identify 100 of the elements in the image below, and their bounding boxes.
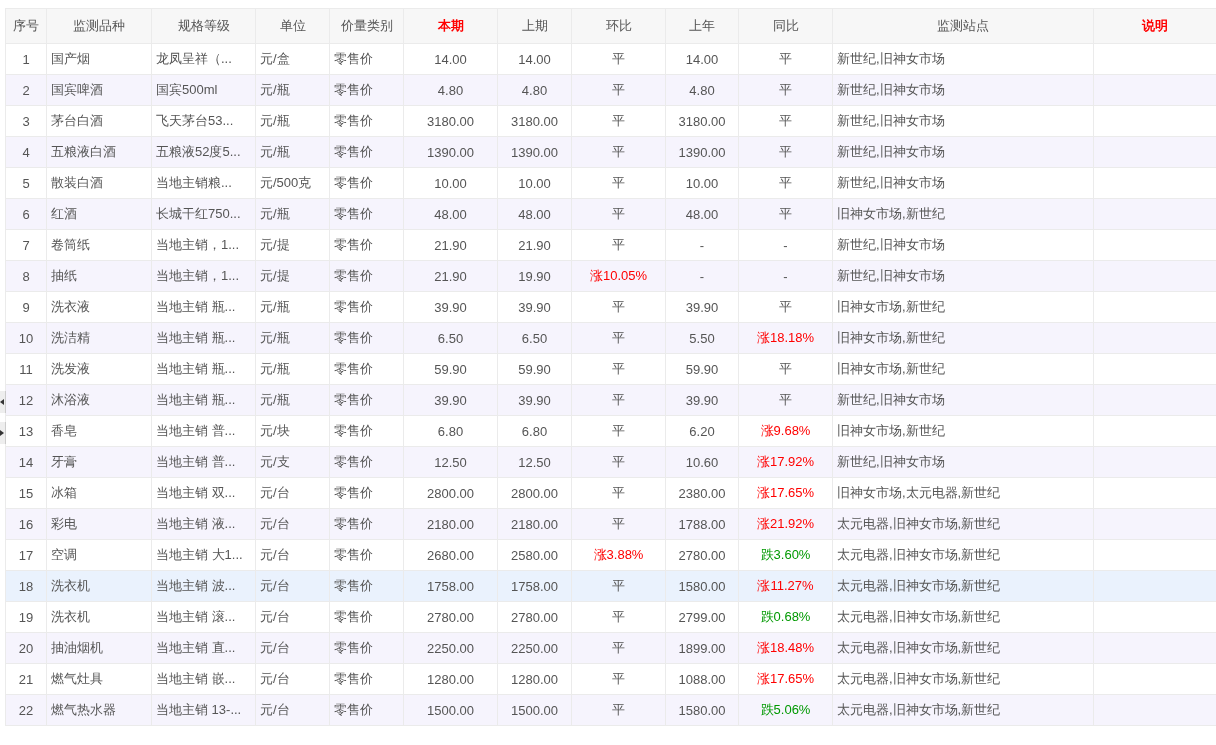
- table-cell: 当地主销 液...: [151, 508, 256, 540]
- table-cell: 五粮液白酒: [46, 136, 152, 168]
- table-cell: 18: [5, 570, 47, 602]
- table-cell: 元/台: [255, 477, 330, 509]
- table-row[interactable]: 8 抽纸 当地主销，1... 元/提 零售价 21.90 19.90 涨10.05% - - 新世纪,旧神女市场: [5, 260, 1216, 292]
- table-cell: -: [665, 229, 739, 261]
- table-cell: 元/台: [255, 508, 330, 540]
- table-cell: 2250.00: [403, 632, 498, 664]
- table-row[interactable]: 13 香皂 当地主销 普... 元/块 零售价 6.80 6.80 平 6.20 涨9.68% 旧神女市场,新世纪: [5, 415, 1216, 447]
- table-row[interactable]: 19 洗衣机 当地主销 滚... 元/台 零售价 2780.00 2780.00 平 2799.00 跌0.68% 太元电器,旧神女市场,新世纪: [5, 601, 1216, 633]
- table-cell: 太元电器,旧神女市场,新世纪: [832, 539, 1094, 571]
- table-row[interactable]: 17 空调 当地主销 大1... 元/台 零售价 2680.00 2580.00 涨3.88% 2780.00 跌3.60% 太元电器,旧神女市场,新世纪: [5, 539, 1216, 571]
- table-cell: 2780.00: [665, 539, 739, 571]
- table-row[interactable]: 20 抽油烟机 当地主销 直... 元/台 零售价 2250.00 2250.00 平 1899.00 涨18.48% 太元电器,旧神女市场,新世纪: [5, 632, 1216, 664]
- table-cell: 旧神女市场,新世纪: [832, 198, 1094, 230]
- table-cell: 48.00: [665, 198, 739, 230]
- table-row[interactable]: 9 洗衣液 当地主销 瓶... 元/瓶 零售价 39.90 39.90 平 39.90 平 旧神女市场,新世纪: [5, 291, 1216, 323]
- column-header[interactable]: 环比: [571, 8, 666, 44]
- table-cell: 零售价: [329, 694, 404, 726]
- table-row[interactable]: 7 卷筒纸 当地主销，1... 元/提 零售价 21.90 21.90 平 - - 新世纪,旧神女市场: [5, 229, 1216, 261]
- table-cell: 太元电器,旧神女市场,新世纪: [832, 694, 1094, 726]
- table-cell: -: [665, 260, 739, 292]
- column-header[interactable]: 单位: [255, 8, 330, 44]
- table-cell: 4.80: [665, 74, 739, 106]
- table-cell: 6.50: [497, 322, 572, 354]
- table-cell: 20: [5, 632, 47, 664]
- table-cell: 元/提: [255, 260, 330, 292]
- table-row[interactable]: 5 散装白酒 当地主销粮... 元/500克 零售价 10.00 10.00 平 10.00 平 新世纪,旧神女市场: [5, 167, 1216, 199]
- column-header[interactable]: 监测站点: [832, 8, 1094, 44]
- column-header[interactable]: 价量类别: [329, 8, 404, 44]
- table-cell: 平: [571, 43, 666, 75]
- table-cell: 洗洁精: [46, 322, 152, 354]
- table-row[interactable]: 16 彩电 当地主销 液... 元/台 零售价 2180.00 2180.00 平 1788.00 涨21.92% 太元电器,旧神女市场,新世纪: [5, 508, 1216, 540]
- table-cell: 洗衣机: [46, 570, 152, 602]
- table-cell: 21.90: [497, 229, 572, 261]
- table-cell: 抽纸: [46, 260, 152, 292]
- table-cell: 10.60: [665, 446, 739, 478]
- table-row[interactable]: 2 国宾啤酒 国宾500ml 元/瓶 零售价 4.80 4.80 平 4.80 平 新世纪,旧神女市场: [5, 74, 1216, 106]
- table-cell: 零售价: [329, 663, 404, 695]
- table-cell: 1899.00: [665, 632, 739, 664]
- column-header[interactable]: 本期: [403, 8, 498, 44]
- table-cell: 当地主销 普...: [151, 415, 256, 447]
- table-cell: 平: [738, 384, 833, 416]
- table-cell: 39.90: [403, 384, 498, 416]
- table-cell: 1: [5, 43, 47, 75]
- table-cell: 太元电器,旧神女市场,新世纪: [832, 570, 1094, 602]
- table-cell: 2: [5, 74, 47, 106]
- table-row[interactable]: 10 洗洁精 当地主销 瓶... 元/瓶 零售价 6.50 6.50 平 5.50 涨18.18% 旧神女市场,新世纪: [5, 322, 1216, 354]
- table-row[interactable]: 11 洗发液 当地主销 瓶... 元/瓶 零售价 59.90 59.90 平 59.90 平 旧神女市场,新世纪: [5, 353, 1216, 385]
- table-row[interactable]: 18 洗衣机 当地主销 波... 元/台 零售价 1758.00 1758.00 平 1580.00 涨11.27% 太元电器,旧神女市场,新世纪: [5, 570, 1216, 602]
- table-cell: 21: [5, 663, 47, 695]
- table-cell: 旧神女市场,新世纪: [832, 291, 1094, 323]
- table-cell: 元/台: [255, 663, 330, 695]
- table-row[interactable]: 14 牙膏 当地主销 普... 元/支 零售价 12.50 12.50 平 10.60 涨17.92% 新世纪,旧神女市场: [5, 446, 1216, 478]
- column-header[interactable]: 上年: [665, 8, 739, 44]
- column-header[interactable]: 规格等级: [151, 8, 256, 44]
- table-row[interactable]: 3 茅台白酒 飞天茅台53... 元/瓶 零售价 3180.00 3180.00 平 3180.00 平 新世纪,旧神女市场: [5, 105, 1216, 137]
- table-cell: 39.90: [403, 291, 498, 323]
- table-cell: 2800.00: [497, 477, 572, 509]
- column-header[interactable]: 序号: [5, 8, 47, 44]
- table-cell: 当地主销，1...: [151, 229, 256, 261]
- table-row[interactable]: 6 红酒 长城干红750... 元/瓶 零售价 48.00 48.00 平 48.00 平 旧神女市场,新世纪: [5, 198, 1216, 230]
- column-header[interactable]: 监测品种: [46, 8, 152, 44]
- table-row[interactable]: 1 国产烟 龙凤呈祥（... 元/盒 零售价 14.00 14.00 平 14.00 平 新世纪,旧神女市场: [5, 43, 1216, 75]
- table-cell: 国产烟: [46, 43, 152, 75]
- table-cell: 涨11.27%: [738, 570, 833, 602]
- table-cell: 14.00: [665, 43, 739, 75]
- table-cell: 太元电器,旧神女市场,新世纪: [832, 663, 1094, 695]
- table-cell: 6.80: [403, 415, 498, 447]
- table-cell: 跌5.06%: [738, 694, 833, 726]
- table-cell: 平: [738, 291, 833, 323]
- table-cell: 涨17.65%: [738, 663, 833, 695]
- table-row[interactable]: 12 沐浴液 当地主销 瓶... 元/瓶 零售价 39.90 39.90 平 39.90 平 新世纪,旧神女市场: [5, 384, 1216, 416]
- table-cell: 当地主销 13-...: [151, 694, 256, 726]
- column-header[interactable]: 说明: [1093, 8, 1216, 44]
- table-cell: 香皂: [46, 415, 152, 447]
- table-cell: 3180.00: [403, 105, 498, 137]
- table-row[interactable]: 15 冰箱 当地主销 双... 元/台 零售价 2800.00 2800.00 平 2380.00 涨17.65% 旧神女市场,太元电器,新世纪: [5, 477, 1216, 509]
- table-row[interactable]: 22 燃气热水器 当地主销 13-... 元/台 零售价 1500.00 1500.00 平 1580.00 跌5.06% 太元电器,旧神女市场,新世纪: [5, 694, 1216, 726]
- table-cell: 元/台: [255, 694, 330, 726]
- table-cell: 2799.00: [665, 601, 739, 633]
- table-row[interactable]: 21 燃气灶具 当地主销 嵌... 元/台 零售价 1280.00 1280.00 平 1088.00 涨17.65% 太元电器,旧神女市场,新世纪: [5, 663, 1216, 695]
- table-cell: 平: [738, 43, 833, 75]
- table-cell: 2580.00: [497, 539, 572, 571]
- table-cell: 当地主销 瓶...: [151, 353, 256, 385]
- table-cell: 涨18.48%: [738, 632, 833, 664]
- table-cell: 2180.00: [403, 508, 498, 540]
- column-header[interactable]: 同比: [738, 8, 833, 44]
- column-header[interactable]: 上期: [497, 8, 572, 44]
- table-row[interactable]: 4 五粮液白酒 五粮液52度5... 元/瓶 零售价 1390.00 1390.00 平 1390.00 平 新世纪,旧神女市场: [5, 136, 1216, 168]
- table-cell: 当地主销 滚...: [151, 601, 256, 633]
- table-cell: 当地主销 瓶...: [151, 291, 256, 323]
- table-cell: 5: [5, 167, 47, 199]
- table-cell: 5.50: [665, 322, 739, 354]
- collapse-handle[interactable]: [0, 391, 6, 413]
- table-cell: 1390.00: [665, 136, 739, 168]
- table-cell: 新世纪,旧神女市场: [832, 384, 1094, 416]
- table-cell: 当地主销粮...: [151, 167, 256, 199]
- expand-handle[interactable]: [0, 422, 6, 444]
- table-cell: 跌0.68%: [738, 601, 833, 633]
